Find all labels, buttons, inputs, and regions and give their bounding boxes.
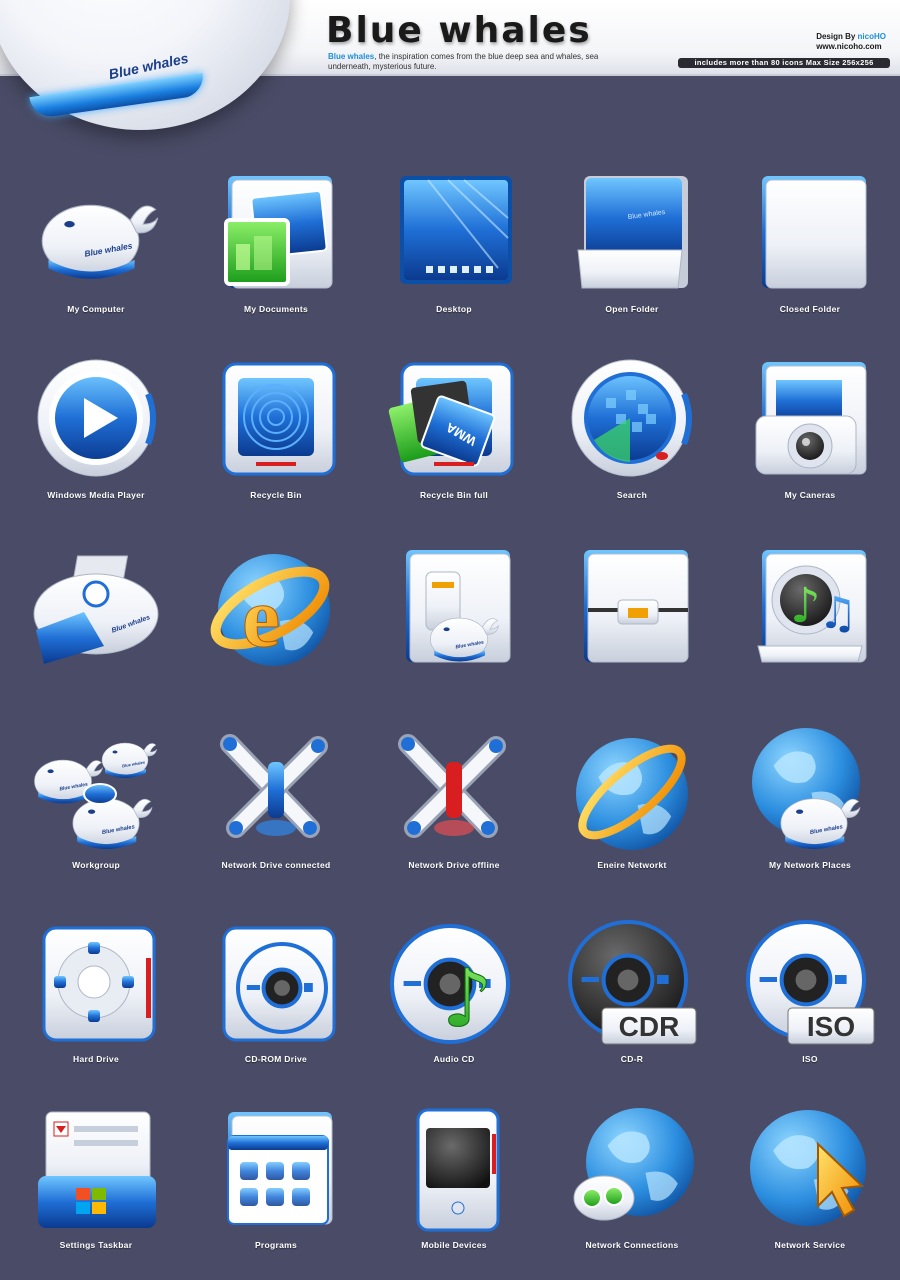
icon-tile[interactable]: Network Drive offline <box>366 724 542 894</box>
icon-label: Workgroup <box>72 860 120 870</box>
icon-tile[interactable]: Blue whales My Network Places <box>722 724 898 894</box>
icon-label: Network Drive connected <box>221 860 331 870</box>
printer-icon[interactable]: Blue whales <box>30 542 162 670</box>
camera-folder-icon[interactable] <box>744 354 876 482</box>
network-drive-offline-icon[interactable] <box>388 724 520 852</box>
icon-label: Desktop <box>436 304 472 314</box>
icon-label: Settings Taskbar <box>59 1240 133 1250</box>
icon-label: My Computer <box>67 304 125 314</box>
open-folder-icon[interactable]: Blue whales <box>566 168 698 296</box>
network-connections-globe-icon[interactable] <box>566 1104 698 1232</box>
closed-folder-icon[interactable] <box>744 168 876 296</box>
icon-tile[interactable]: Blue whales <box>366 542 542 712</box>
cdr-disc-icon[interactable]: CDR <box>566 918 698 1046</box>
icon-tile[interactable]: Search <box>544 354 720 524</box>
icon-tile[interactable]: Network Drive connected <box>188 724 364 894</box>
icon-tile[interactable]: WMA Recycle Bin full <box>366 354 542 524</box>
whale-computer-icon[interactable]: Blue whales <box>30 168 162 296</box>
icon-tile[interactable]: Blue whales Blue whales Blue whales Work… <box>8 724 184 894</box>
svg-text:♫: ♫ <box>818 588 857 639</box>
icon-tile[interactable]: Network Connections <box>544 1104 720 1274</box>
icon-grid: Blue whales My Computer My Documents Des… <box>0 0 900 1280</box>
icon-tile[interactable]: Blue whales Open Folder <box>544 168 720 338</box>
control-panel-folder-icon[interactable]: Blue whales <box>388 542 520 670</box>
iso-disc-icon[interactable]: ISO <box>744 918 876 1046</box>
icon-label: Mobile Devices <box>421 1240 487 1250</box>
icon-tile[interactable]: Network Service <box>722 1104 898 1274</box>
icon-label: ISO <box>802 1054 818 1064</box>
recycle-bin-icon[interactable] <box>210 354 342 482</box>
icon-label: Search <box>616 490 648 500</box>
icon-tile[interactable]: Desktop <box>366 168 542 338</box>
icon-label: Eneire Networkt <box>597 860 667 870</box>
programs-window-icon[interactable] <box>210 1104 342 1232</box>
icon-tile[interactable]: Settings Taskbar <box>8 1104 184 1274</box>
cdr-badge-text: CDR <box>619 1011 680 1042</box>
settings-taskbar-icon[interactable] <box>30 1104 162 1232</box>
svg-text:♪: ♪ <box>790 578 821 634</box>
iso-badge-text: ISO <box>807 1011 855 1042</box>
svg-text:e: e <box>242 569 280 665</box>
icon-tile[interactable]: Hard Drive <box>8 918 184 1088</box>
globe-ring-icon[interactable] <box>566 724 698 852</box>
music-folder-icon[interactable]: ♪ ♫ <box>744 542 876 670</box>
icon-tile[interactable] <box>544 542 720 712</box>
icon-label: Hard Drive <box>73 1054 119 1064</box>
icon-label: Network Service <box>774 1240 846 1250</box>
icon-label: Programs <box>254 1240 298 1250</box>
globe-whale-icon[interactable]: Blue whales <box>744 724 876 852</box>
icon-tile[interactable]: My Documents <box>188 168 364 338</box>
icon-tile[interactable]: e <box>188 542 364 712</box>
icon-label: My Caneras <box>784 490 836 500</box>
icon-tile[interactable]: CDR CD-R <box>544 918 720 1088</box>
icon-tile[interactable]: Mobile Devices <box>366 1104 542 1274</box>
icon-label: Audio CD <box>433 1054 475 1064</box>
media-player-icon[interactable] <box>30 354 162 482</box>
icon-label: Windows Media Player <box>47 490 145 500</box>
network-drive-connected-icon[interactable] <box>210 724 342 852</box>
icon-tile[interactable]: My Caneras <box>722 354 898 524</box>
icon-tile[interactable]: ♪ ♫ <box>722 542 898 712</box>
recycle-bin-full-icon[interactable]: WMA <box>388 354 520 482</box>
audio-cd-icon[interactable]: ♪ <box>388 918 520 1046</box>
icon-label: My Network Places <box>768 860 852 870</box>
internet-explorer-icon[interactable]: e <box>210 542 342 670</box>
search-radar-icon[interactable] <box>566 354 698 482</box>
icon-tile[interactable]: Windows Media Player <box>8 354 184 524</box>
workgroup-whales-icon[interactable]: Blue whales Blue whales Blue whales <box>30 724 162 852</box>
icon-tile[interactable]: Eneire Networkt <box>544 724 720 894</box>
icon-tile[interactable]: Recycle Bin <box>188 354 364 524</box>
svg-text:♪: ♪ <box>442 952 493 1045</box>
icon-label: Recycle Bin <box>250 490 302 500</box>
icon-label: Open Folder <box>605 304 659 314</box>
locked-folder-icon[interactable] <box>566 542 698 670</box>
icon-label: Recycle Bin full <box>419 490 489 500</box>
icon-label: CD-R <box>620 1054 644 1064</box>
network-service-globe-icon[interactable] <box>744 1104 876 1232</box>
documents-folder-icon[interactable] <box>210 168 342 296</box>
icon-tile[interactable]: ♪ Audio CD <box>366 918 542 1088</box>
icon-tile[interactable]: Closed Folder <box>722 168 898 338</box>
icon-tile[interactable]: Programs <box>188 1104 364 1274</box>
icon-tile[interactable]: Blue whales My Computer <box>8 168 184 338</box>
icon-tile[interactable]: ISO ISO <box>722 918 898 1088</box>
mobile-device-icon[interactable] <box>388 1104 520 1232</box>
icon-label: Closed Folder <box>779 304 841 314</box>
icon-tile[interactable]: CD-ROM Drive <box>188 918 364 1088</box>
icon-label: CD-ROM Drive <box>244 1054 308 1064</box>
cdrom-drive-icon[interactable] <box>210 918 342 1046</box>
desktop-icon[interactable] <box>388 168 520 296</box>
icon-tile[interactable]: Blue whales <box>8 542 184 712</box>
icon-label: Network Drive offline <box>408 860 500 870</box>
icon-label: My Documents <box>243 304 309 314</box>
hard-drive-icon[interactable] <box>30 918 162 1046</box>
icon-label: Network Connections <box>585 1240 679 1250</box>
